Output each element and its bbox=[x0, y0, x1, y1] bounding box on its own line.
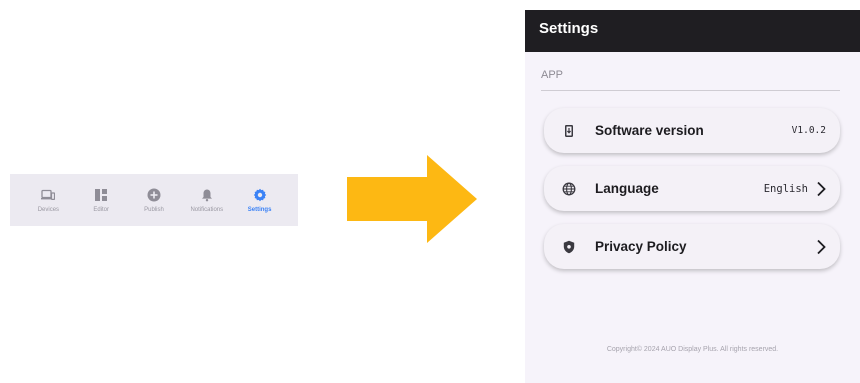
language-row[interactable]: Language English bbox=[544, 166, 840, 211]
software-version-label: Software version bbox=[595, 123, 704, 138]
bottom-navigation-bar: Devices Editor Publish Notifications Set… bbox=[10, 174, 298, 226]
privacy-policy-label: Privacy Policy bbox=[595, 239, 687, 254]
nav-label-settings: Settings bbox=[247, 206, 272, 213]
bell-icon bbox=[201, 189, 212, 201]
chevron-right-icon bbox=[817, 239, 826, 254]
settings-screen: Settings APP Software version V1.0.2 Lan… bbox=[525, 10, 860, 383]
page-title: Settings bbox=[525, 10, 860, 52]
devices-icon bbox=[41, 189, 56, 200]
copyright-text: Copyright© 2024 AUO Display Plus. All ri… bbox=[606, 346, 779, 353]
language-value: English bbox=[763, 182, 808, 195]
section-header-app: APP bbox=[541, 69, 840, 91]
globe-icon bbox=[562, 182, 576, 195]
nav-item-notifications[interactable]: Notifications bbox=[180, 188, 233, 213]
chevron-right-icon bbox=[817, 181, 826, 196]
language-label: Language bbox=[595, 181, 659, 196]
shield-icon bbox=[563, 240, 575, 253]
nav-item-devices[interactable]: Devices bbox=[22, 188, 75, 213]
nav-label-notifications: Notifications bbox=[190, 206, 224, 213]
gear-icon bbox=[253, 188, 266, 201]
nav-item-publish[interactable]: Publish bbox=[128, 188, 181, 213]
editor-icon bbox=[95, 188, 108, 201]
publish-icon bbox=[147, 188, 161, 201]
nav-label-publish: Publish bbox=[144, 206, 164, 213]
nav-label-editor: Editor bbox=[93, 206, 110, 213]
nav-item-editor[interactable]: Editor bbox=[75, 188, 128, 213]
privacy-policy-row[interactable]: Privacy Policy bbox=[544, 224, 840, 269]
nav-label-devices: Devices bbox=[37, 206, 60, 213]
software-version-row[interactable]: Software version V1.0.2 bbox=[544, 108, 840, 153]
right-arrow-icon bbox=[347, 155, 477, 243]
software-version-value: V1.0.2 bbox=[791, 125, 826, 136]
software-update-icon bbox=[565, 124, 573, 137]
nav-item-settings[interactable]: Settings bbox=[233, 188, 286, 213]
